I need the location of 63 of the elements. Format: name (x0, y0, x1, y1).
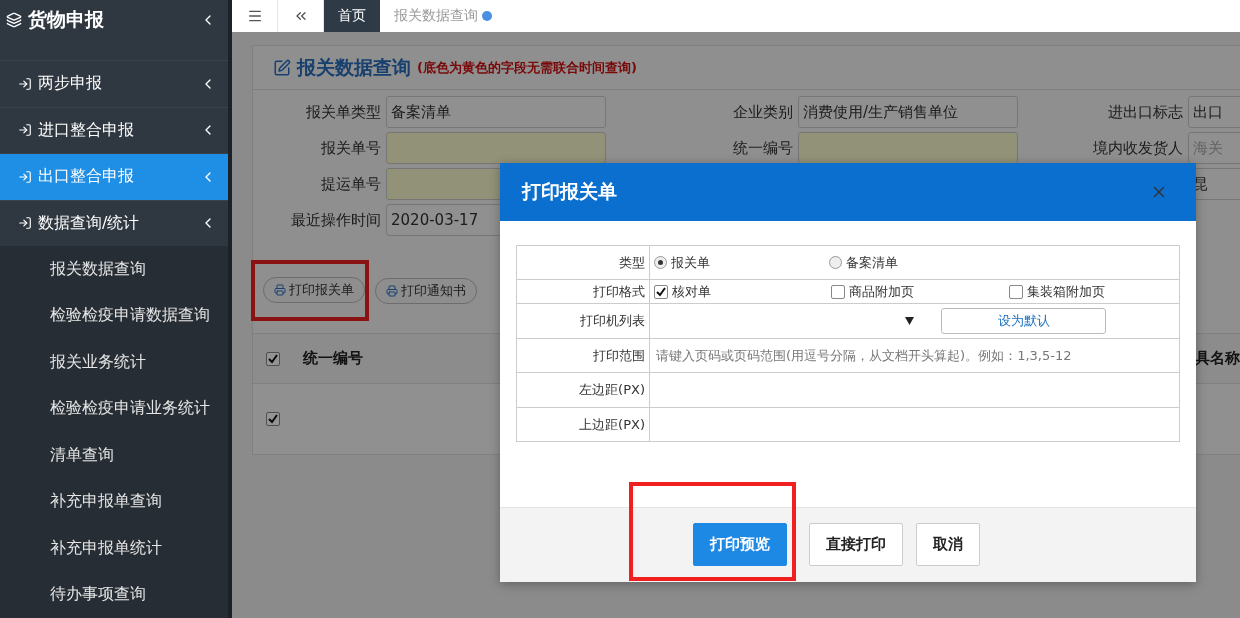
print-button[interactable]: 打印通知书 (375, 277, 477, 304)
set-default-button[interactable]: 设为默认 (941, 308, 1106, 334)
row-label: 类型 (517, 246, 650, 279)
row-label: 上边距(PX) (517, 408, 650, 441)
field-label: 进出口标志 (1107, 102, 1183, 122)
field-label: 报关单号 (320, 138, 381, 158)
checkbox[interactable] (1009, 284, 1023, 299)
login-icon (18, 169, 32, 184)
printer-icon (386, 284, 398, 297)
sidebar-subitem[interactable]: 检验检疫申请数据查询 (0, 292, 228, 340)
column-header: 具名称 (1195, 349, 1240, 368)
field-label: 提运单号 (320, 174, 381, 194)
field-label: 最近操作时间 (290, 210, 381, 230)
radio-button[interactable] (654, 256, 667, 269)
option-label: 报关单 (671, 253, 710, 272)
tab[interactable]: 首页 (324, 0, 380, 32)
checkbox[interactable] (654, 284, 668, 299)
checkbox[interactable] (266, 351, 280, 366)
dialog-button[interactable]: 打印预览 (693, 523, 787, 566)
option-label: 备案清单 (846, 253, 898, 272)
print-button[interactable]: 打印报关单 (263, 277, 365, 303)
dialog-button[interactable]: 取消 (916, 523, 980, 566)
login-icon (18, 123, 32, 138)
field-label: 境内收发货人 (1092, 138, 1183, 158)
sidebar-subitem[interactable]: 报关业务统计 (0, 339, 228, 386)
sidebar-subitem[interactable]: 清单查询 (0, 432, 228, 479)
layers-icon (6, 11, 22, 28)
close-icon[interactable] (482, 11, 492, 21)
checkbox[interactable] (831, 284, 845, 299)
radio-button[interactable] (829, 256, 842, 269)
panel-title: 报关数据查询 (297, 54, 411, 80)
login-icon (18, 76, 32, 91)
option-label: 核对单 (672, 282, 711, 301)
panel-note: (底色为黄色的字段无需联合时间查询) (417, 58, 637, 77)
row-label: 打印格式 (517, 280, 650, 303)
row-label: 打印范围 (517, 339, 650, 372)
sidebar-subitem[interactable]: 补充申报单查询 (0, 478, 228, 526)
dialog-button[interactable]: 直接打印 (809, 523, 903, 566)
input-field[interactable]: 备案清单 (386, 96, 606, 128)
range-input[interactable]: 请键入页码或页码范围(用逗号分隔，从文档开头算起)。例如：1,3,5-12 (654, 339, 1179, 372)
input-field[interactable] (386, 132, 606, 164)
input-field[interactable] (798, 132, 1018, 164)
option-label: 集装箱附加页 (1027, 282, 1105, 301)
dialog-title: 打印报关单 (522, 179, 617, 204)
sidebar-subitem[interactable]: 补充申报单统计 (0, 525, 228, 572)
sidebar-title: 货物申报 (28, 6, 104, 32)
sidebar-subitem[interactable]: 检验检疫申请业务统计 (0, 385, 228, 433)
row-label: 左边距(PX) (517, 373, 650, 407)
field-label: 报关单类型 (305, 102, 381, 122)
sidebar-subitem[interactable]: 报关数据查询 (0, 246, 228, 293)
field-label: 统一编号 (732, 138, 793, 158)
dropdown-icon[interactable] (905, 317, 914, 325)
sidebar-subitem[interactable]: 待办事项查询 (0, 571, 228, 618)
edit-icon (273, 58, 291, 77)
column-header: 统一编号 (303, 349, 363, 368)
input-field[interactable]: 出口 (1188, 96, 1240, 128)
row-label: 打印机列表 (517, 304, 650, 338)
login-icon (18, 216, 32, 231)
printer-icon (274, 284, 286, 296)
checkbox[interactable] (266, 412, 280, 426)
option-label: 商品附加页 (849, 282, 914, 301)
input-field[interactable]: 消费使用/生产销售单位 (798, 96, 1018, 128)
field-label: 企业类别 (732, 102, 793, 122)
